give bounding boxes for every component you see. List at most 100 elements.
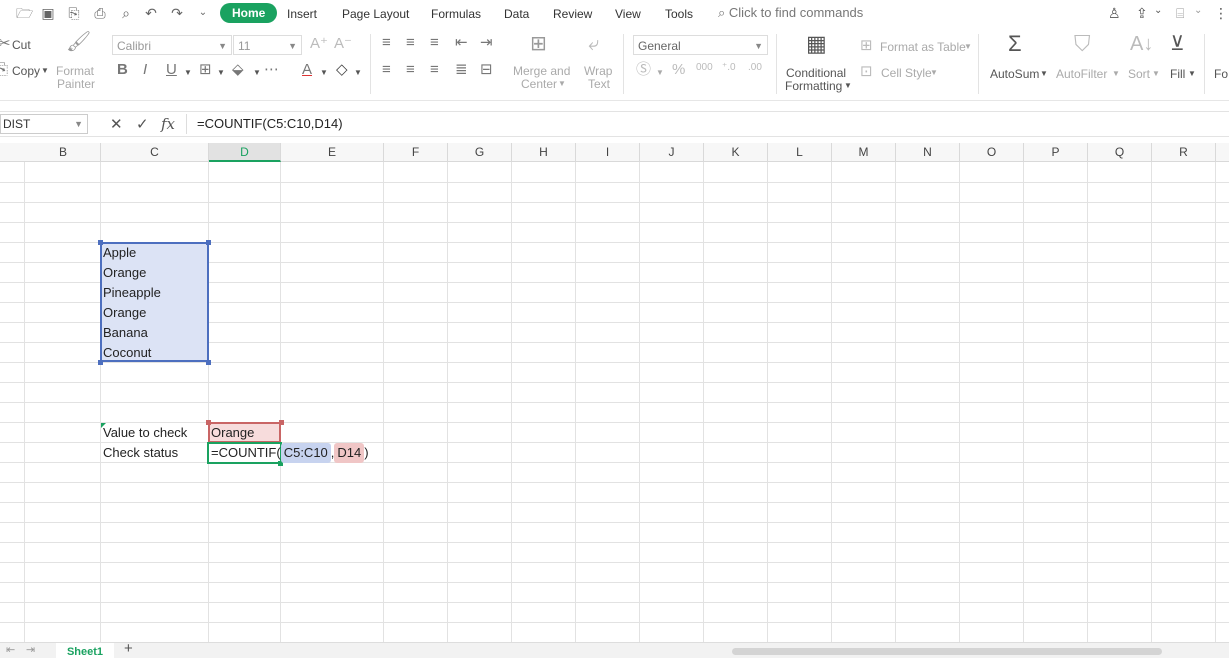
format-button-cutoff[interactable]: Fo	[1214, 67, 1228, 81]
cell-style-button[interactable]: Cell Style	[881, 66, 932, 80]
cell-c14[interactable]: Value to check	[100, 423, 187, 443]
format-as-table-button[interactable]: Format as Table	[880, 40, 966, 54]
tab-review[interactable]: Review	[553, 6, 592, 22]
currency-icon[interactable]: Ⓢ	[636, 62, 651, 78]
column-header-c[interactable]: C	[101, 143, 209, 162]
cell-style-icon[interactable]: ⊡	[860, 64, 873, 80]
column-header-k[interactable]: K	[704, 143, 768, 162]
share-icon[interactable]: ⇪	[1136, 5, 1148, 22]
column-header-d[interactable]: D	[209, 143, 281, 162]
wrap-label-1[interactable]: Wrap	[584, 64, 612, 78]
chevron-down-icon[interactable]: ▼	[964, 40, 972, 54]
bold-icon[interactable]: B	[117, 62, 128, 78]
increase-decimal-icon[interactable]: ⁺.0	[722, 60, 736, 76]
tab-page-layout[interactable]: Page Layout	[342, 6, 409, 22]
tab-view[interactable]: View	[615, 6, 641, 22]
distributed-icon[interactable]: ⊟	[480, 62, 493, 78]
formula-input[interactable]: =COUNTIF(C5:C10,D14)	[186, 114, 1229, 134]
last-sheet-icon[interactable]: ⇥	[26, 643, 35, 656]
chevron-down-icon[interactable]: ▼	[354, 66, 362, 80]
increase-indent-icon[interactable]: ⇥	[480, 35, 493, 51]
collapse-icon[interactable]: ⌸	[1176, 5, 1184, 22]
justify-icon[interactable]: ≣	[455, 62, 468, 78]
cancel-icon[interactable]: ✕	[110, 115, 123, 133]
scissors-icon[interactable]: ✂	[0, 36, 11, 52]
conditional-formatting-label-2[interactable]: Formatting	[785, 79, 842, 93]
more-icon[interactable]: ⋮	[1214, 5, 1228, 22]
align-center-icon[interactable]: ≡	[406, 62, 415, 78]
chevron-down-icon[interactable]: ⌄	[1154, 5, 1162, 16]
tab-home[interactable]: Home	[220, 3, 278, 23]
tab-data[interactable]: Data	[504, 6, 529, 22]
cell-c15[interactable]: Check status	[100, 443, 178, 463]
cell-c9[interactable]: Banana	[100, 323, 148, 343]
redo-icon[interactable]: ↷	[169, 5, 185, 21]
cell-c8[interactable]: Orange	[100, 303, 146, 323]
cut-button[interactable]: Cut	[12, 38, 31, 52]
thousands-icon[interactable]: 000	[696, 60, 713, 76]
sheet-tab[interactable]: Sheet1	[56, 643, 114, 658]
column-header-i[interactable]: I	[576, 143, 640, 162]
filter-icon[interactable]: ⛉	[1074, 33, 1091, 55]
tab-formulas[interactable]: Formulas	[431, 6, 481, 22]
undo-icon[interactable]: ↶	[143, 5, 159, 21]
column-header-j[interactable]: J	[640, 143, 704, 162]
range-handle[interactable]	[206, 240, 211, 245]
chevron-down-icon[interactable]: ▼	[930, 66, 938, 80]
merge-label-2[interactable]: Center	[521, 77, 557, 91]
print-icon[interactable]: ⎙	[92, 5, 108, 21]
fill-color-icon[interactable]: ⬙	[232, 62, 244, 78]
number-format-select[interactable]: General ▼	[633, 35, 768, 55]
format-painter-label-1[interactable]: Format	[56, 64, 94, 78]
sort-icon[interactable]: A↓	[1130, 34, 1153, 54]
range-handle[interactable]	[279, 420, 284, 425]
autofilter-button[interactable]: AutoFilter	[1056, 67, 1107, 81]
chevron-down-icon[interactable]: ▼	[1152, 67, 1160, 81]
save-icon[interactable]: ▣	[40, 5, 56, 21]
merge-center-icon[interactable]: ⊞	[530, 34, 547, 54]
format-painter-label-2[interactable]: Painter	[57, 77, 95, 91]
chevron-down-icon[interactable]: ▼	[844, 79, 852, 93]
sigma-icon[interactable]: Σ	[1008, 33, 1022, 55]
copy-button[interactable]: Copy	[12, 64, 40, 78]
sort-button[interactable]: Sort	[1128, 67, 1150, 81]
tab-insert[interactable]: Insert	[287, 6, 317, 22]
chevron-down-icon[interactable]: ▼	[1040, 67, 1048, 81]
decrease-indent-icon[interactable]: ⇤	[455, 35, 468, 51]
column-header-h[interactable]: H	[512, 143, 576, 162]
decrease-font-icon[interactable]: A⁻	[334, 36, 352, 52]
font-size-select[interactable]: 11 ▼	[233, 35, 302, 55]
command-search[interactable]: ⌕ Click to find commands	[718, 5, 863, 21]
conditional-formatting-icon[interactable]: ▦	[806, 33, 827, 55]
eraser-icon[interactable]: ◇	[336, 62, 348, 78]
borders-icon[interactable]: ⊞	[199, 62, 212, 78]
align-top-icon[interactable]: ≡	[382, 35, 391, 51]
cell-c6[interactable]: Orange	[100, 263, 146, 283]
confirm-icon[interactable]: ✓	[136, 115, 149, 133]
decrease-decimal-icon[interactable]: .00	[748, 60, 762, 76]
column-header-n[interactable]: N	[896, 143, 960, 162]
percent-icon[interactable]: %	[672, 62, 685, 78]
column-header-o[interactable]: O	[960, 143, 1024, 162]
column-header-p[interactable]: P	[1024, 143, 1088, 162]
cell-c5[interactable]: Apple	[100, 243, 136, 263]
italic-icon[interactable]: I	[143, 62, 147, 78]
column-header-e[interactable]: E	[281, 143, 384, 162]
increase-font-icon[interactable]: A⁺	[310, 36, 328, 52]
align-middle-icon[interactable]: ≡	[406, 35, 415, 51]
table-icon[interactable]: ⊞	[860, 38, 873, 54]
column-header-b[interactable]: B	[0, 143, 101, 162]
merge-label-1[interactable]: Merge and	[513, 64, 570, 78]
align-right-icon[interactable]: ≡	[430, 62, 439, 78]
column-header-l[interactable]: L	[768, 143, 832, 162]
print-preview-icon[interactable]: ⌕	[118, 5, 134, 21]
chevron-down-icon[interactable]: ⌄	[1194, 5, 1202, 16]
column-header-f[interactable]: F	[384, 143, 448, 162]
export-pdf-icon[interactable]: ⎘	[66, 5, 82, 21]
cell-d14[interactable]: Orange	[208, 423, 254, 443]
horizontal-scrollbar[interactable]	[732, 648, 1162, 655]
range-handle[interactable]	[206, 360, 211, 365]
add-sheet-icon[interactable]: +	[124, 640, 133, 657]
align-left-icon[interactable]: ≡	[382, 62, 391, 78]
tab-tools[interactable]: Tools	[665, 6, 693, 22]
